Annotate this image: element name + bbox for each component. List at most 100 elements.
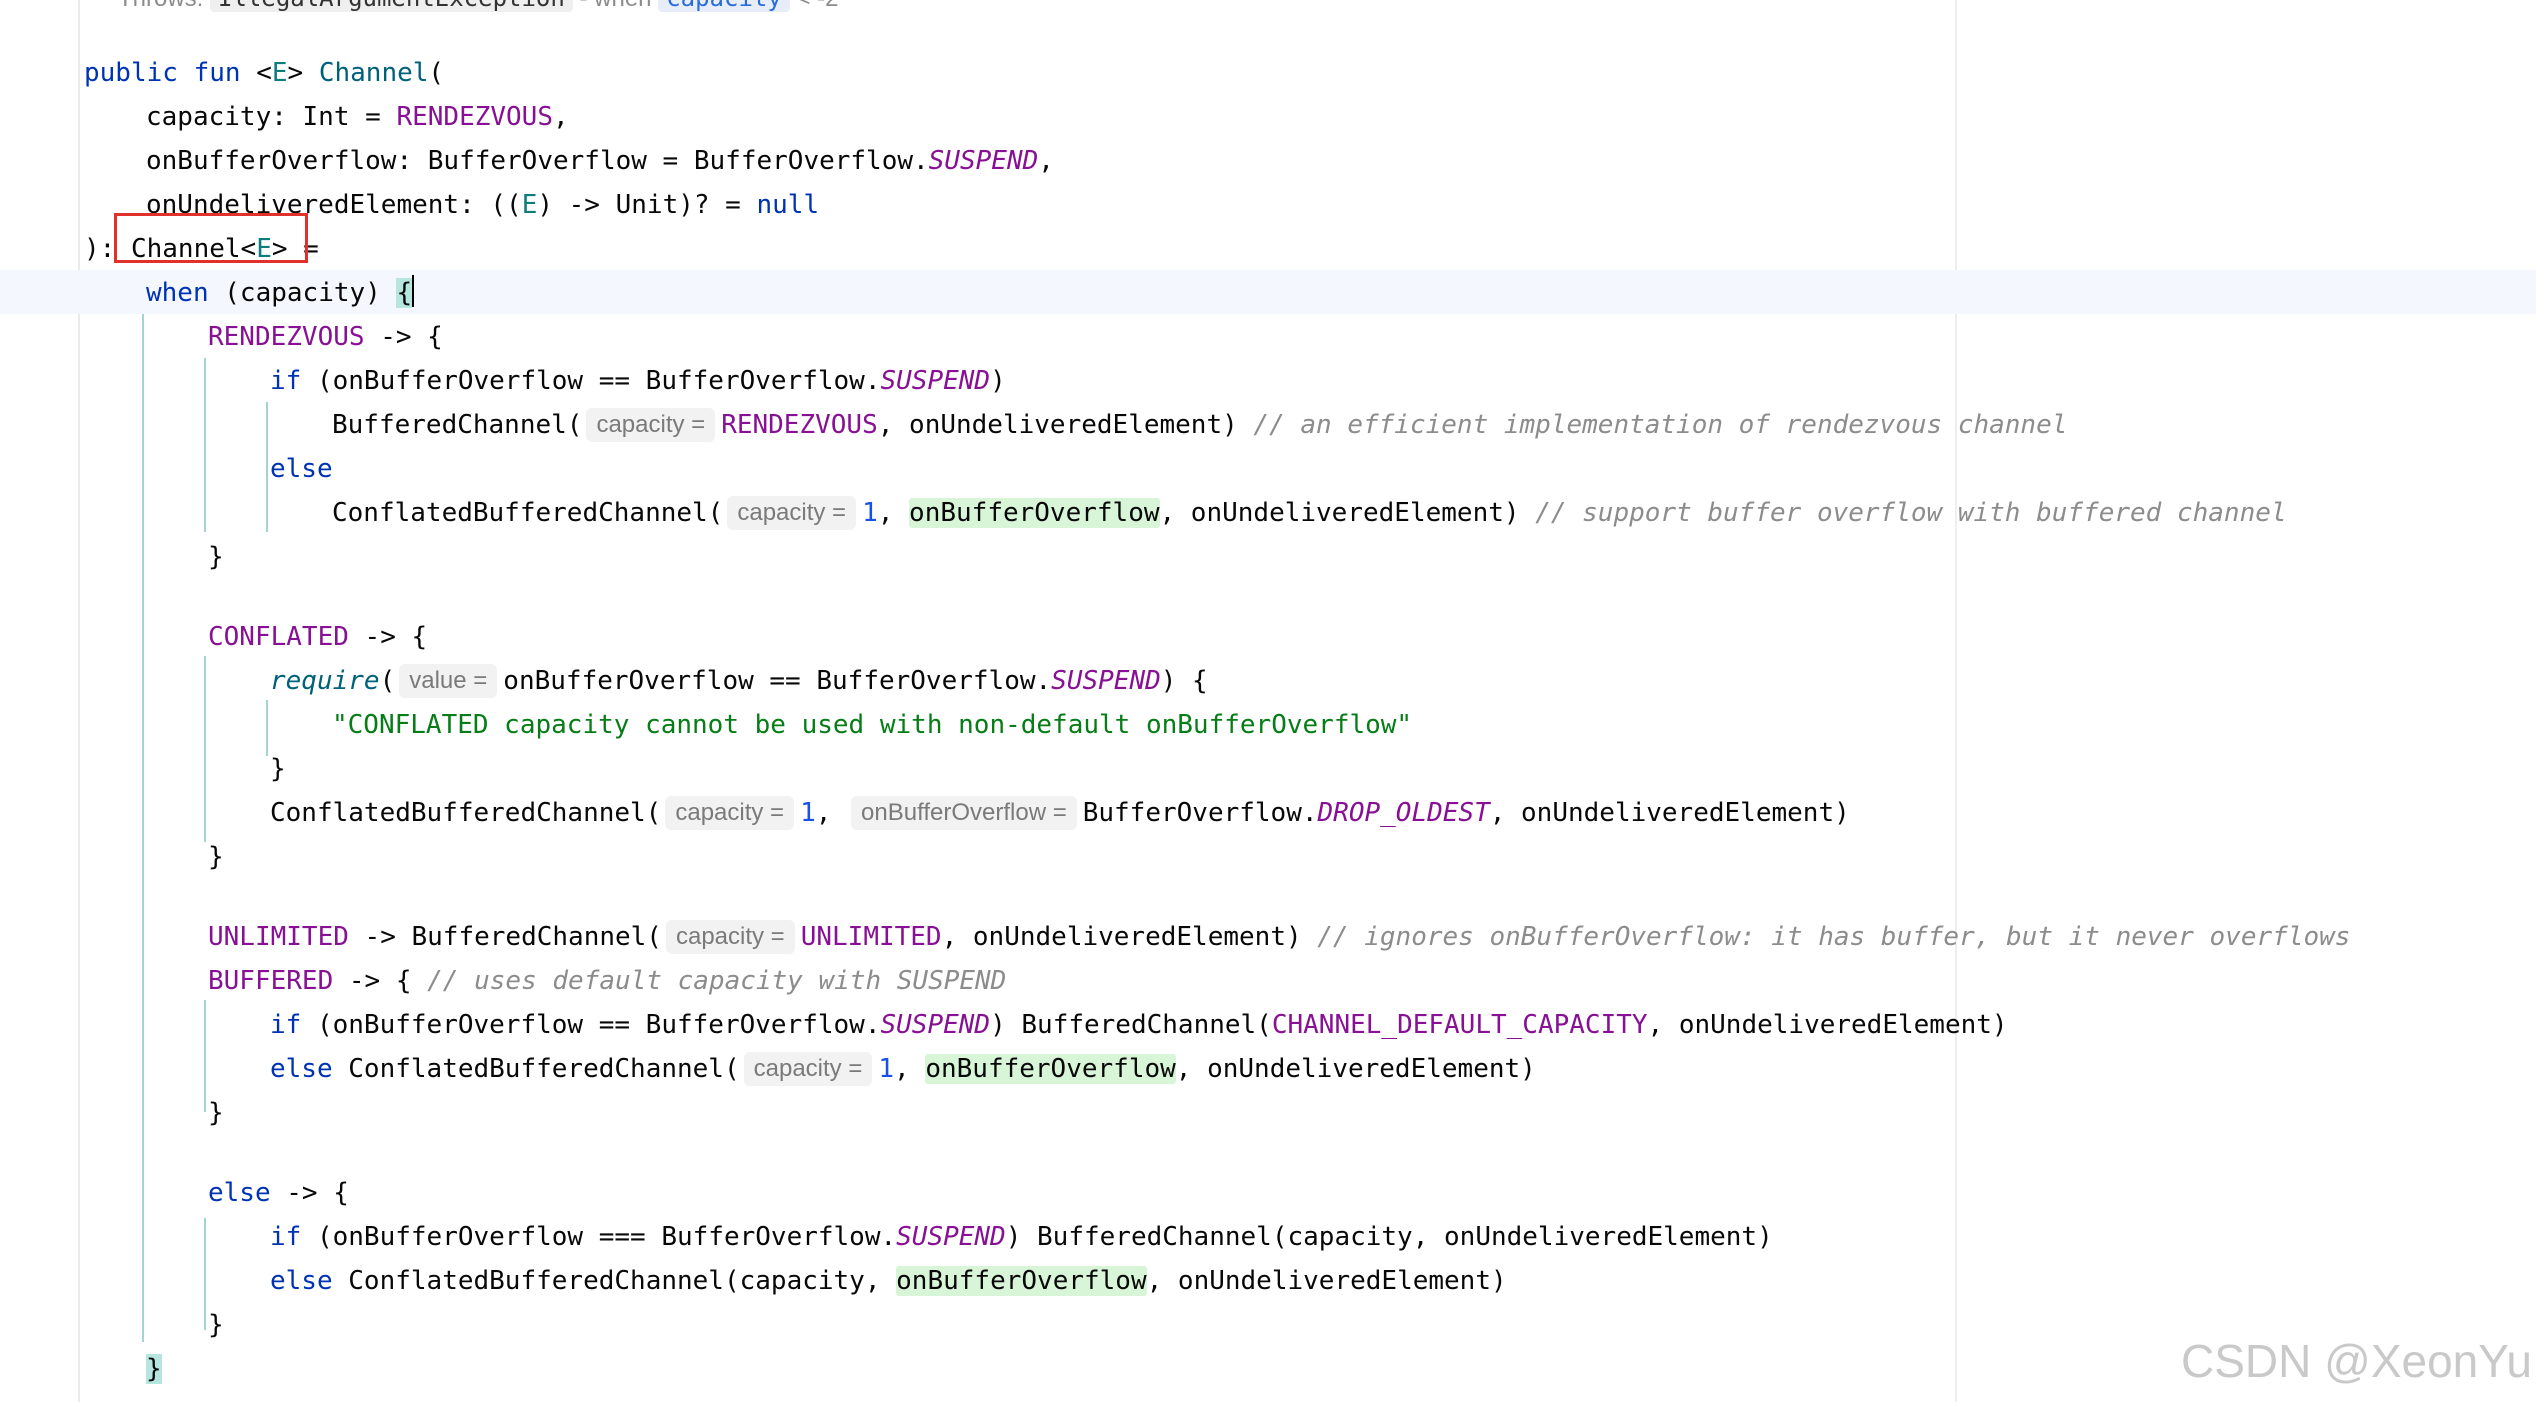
keyword: else <box>270 454 333 484</box>
code-line-26[interactable]: else ConflatedBufferedChannel(capacity, … <box>0 1259 1507 1303</box>
comment: // ignores onBufferOverflow: it has buff… <box>1317 922 2351 952</box>
number: 1 <box>862 498 878 528</box>
token: > <box>287 58 304 88</box>
code-line-8[interactable]: if (onBufferOverflow == BufferOverflow.S… <box>0 359 1006 403</box>
token: ) { <box>1160 666 1208 696</box>
parameter-hint: capacity = <box>665 796 795 830</box>
code-line-24[interactable]: else -> { <box>0 1171 349 1215</box>
token: ConflatedBufferedChannel( <box>270 798 662 828</box>
function-name: require <box>270 666 380 696</box>
code-line-16[interactable]: } <box>0 747 286 791</box>
keyword: else <box>270 1266 333 1296</box>
function-name: Channel <box>318 58 429 88</box>
token: , onUndeliveredElement) <box>1175 1054 1536 1084</box>
code-line-18[interactable]: } <box>0 835 224 879</box>
parameter-hint: value = <box>399 664 498 698</box>
keyword: if <box>270 1222 302 1252</box>
token: } <box>208 1098 224 1128</box>
token: , onUndeliveredElement) <box>1489 798 1850 828</box>
token: , onUndeliveredElement) <box>1159 498 1536 528</box>
parameter-hint: capacity = <box>743 1052 873 1086</box>
constant: RENDEZVOUS <box>721 410 878 440</box>
exception-name[interactable]: IllegalArgumentException <box>210 0 573 12</box>
token: ( <box>379 666 396 696</box>
code-line-22[interactable]: else ConflatedBufferedChannel(capacity =… <box>0 1047 1536 1091</box>
code-line-13[interactable]: CONFLATED -> { <box>0 615 427 659</box>
token: ConflatedBufferedChannel( <box>332 1054 740 1084</box>
token: (onBufferOverflow === BufferOverflow. <box>301 1222 897 1252</box>
code-line-6[interactable]: when (capacity) { <box>0 271 415 315</box>
token: , <box>1038 146 1054 176</box>
token: -> { <box>270 1178 349 1208</box>
comment: // an efficient implementation of rendez… <box>1253 410 2068 440</box>
token: } <box>208 842 224 872</box>
token: ConflatedBufferedChannel(capacity, <box>332 1266 897 1296</box>
token: ) BufferedChannel(capacity, onUndelivere… <box>1005 1222 1773 1252</box>
keyword: else <box>270 1054 333 1084</box>
code-line-7[interactable]: RENDEZVOUS -> { <box>0 315 443 359</box>
matched-brace: { <box>396 278 413 308</box>
code-line-15[interactable]: "CONFLATED capacity cannot be used with … <box>0 703 1412 747</box>
comment: // support buffer overflow with buffered… <box>1535 498 2287 528</box>
code-line-28[interactable]: } <box>0 1347 162 1391</box>
highlighted-identifier: onBufferOverflow <box>925 1054 1176 1084</box>
code-line-10[interactable]: else <box>0 447 333 491</box>
parameter-hint: capacity = <box>727 496 857 530</box>
token: ConflatedBufferedChannel( <box>332 498 724 528</box>
token: < <box>256 58 272 88</box>
when-text: - when <box>579 0 651 12</box>
code-line-1[interactable]: public fun <E> Channel( <box>0 51 444 95</box>
constant: SUSPEND <box>1051 666 1161 696</box>
code-line-9[interactable]: BufferedChannel(capacity = RENDEZVOUS, on… <box>0 403 2067 447</box>
code-line-20[interactable]: BUFFERED -> { // uses default capacity w… <box>0 959 1006 1003</box>
code-line-2[interactable]: capacity: Int = RENDEZVOUS, <box>0 95 569 139</box>
code-line-23[interactable]: } <box>0 1091 224 1135</box>
keyword: when <box>146 278 209 308</box>
code-editor[interactable]: Throws: IllegalArgumentException - when … <box>0 0 2536 1402</box>
code-line-27[interactable]: } <box>0 1303 224 1347</box>
token: , <box>894 1054 926 1084</box>
code-line-12[interactable]: } <box>0 535 224 579</box>
constant: SUSPEND <box>928 146 1039 176</box>
keyword: if <box>270 366 302 396</box>
token: (capacity) <box>208 278 397 308</box>
parameter-hint: capacity = <box>586 408 716 442</box>
keyword: else <box>208 1178 271 1208</box>
token: capacity: Int = <box>146 102 397 132</box>
token: , onUndeliveredElement) <box>1146 1266 1507 1296</box>
code-line-21[interactable]: if (onBufferOverflow == BufferOverflow.S… <box>0 1003 2008 1047</box>
parameter-hint: capacity = <box>665 920 795 954</box>
constant: SUSPEND <box>896 1222 1006 1252</box>
token: } <box>270 754 286 784</box>
token: ) BufferedChannel( <box>990 1010 1272 1040</box>
param-link[interactable]: capacity <box>658 0 790 12</box>
token: -> BufferedChannel( <box>348 922 662 952</box>
throws-label: Throws: <box>118 0 203 12</box>
code-line-14[interactable]: require(value = onBufferOverflow == Buffe… <box>0 659 1208 703</box>
token: , <box>815 798 848 828</box>
keyword: if <box>270 1010 302 1040</box>
constant: UNLIMITED <box>208 922 349 952</box>
token: ) -> Unit)? = <box>537 190 757 220</box>
code-line-25[interactable]: if (onBufferOverflow === BufferOverflow.… <box>0 1215 1773 1259</box>
code-line-17[interactable]: ConflatedBufferedChannel(capacity = 1, on… <box>0 791 1850 835</box>
constant: CONFLATED <box>208 622 349 652</box>
number: 1 <box>878 1054 895 1084</box>
token: (onBufferOverflow == BufferOverflow. <box>301 366 881 396</box>
keyword: public fun <box>84 58 241 88</box>
code-line-19[interactable]: UNLIMITED -> BufferedChannel(capacity = U… <box>0 915 2350 959</box>
doc-throws-hint: Throws: IllegalArgumentException - when … <box>118 0 839 18</box>
code-line-11[interactable]: ConflatedBufferedChannel(capacity = 1 , on… <box>0 491 2287 535</box>
string-literal: "CONFLATED capacity cannot be used with … <box>332 710 1413 740</box>
token: , onUndeliveredElement) <box>877 410 1254 440</box>
token: BufferedChannel( <box>332 410 583 440</box>
token: } <box>208 542 224 572</box>
token: -> { <box>364 322 443 352</box>
code-line-3[interactable]: onBufferOverflow: BufferOverflow = Buffe… <box>0 139 1054 183</box>
token: onBufferOverflow: BufferOverflow = Buffe… <box>146 146 929 176</box>
watermark: CSDN @XeonYu <box>2181 1335 2532 1387</box>
parameter-hint: onBufferOverflow = <box>851 796 1077 830</box>
annotation-highlight-box <box>114 213 308 263</box>
token: , <box>877 498 910 528</box>
token: -> { <box>333 966 428 996</box>
